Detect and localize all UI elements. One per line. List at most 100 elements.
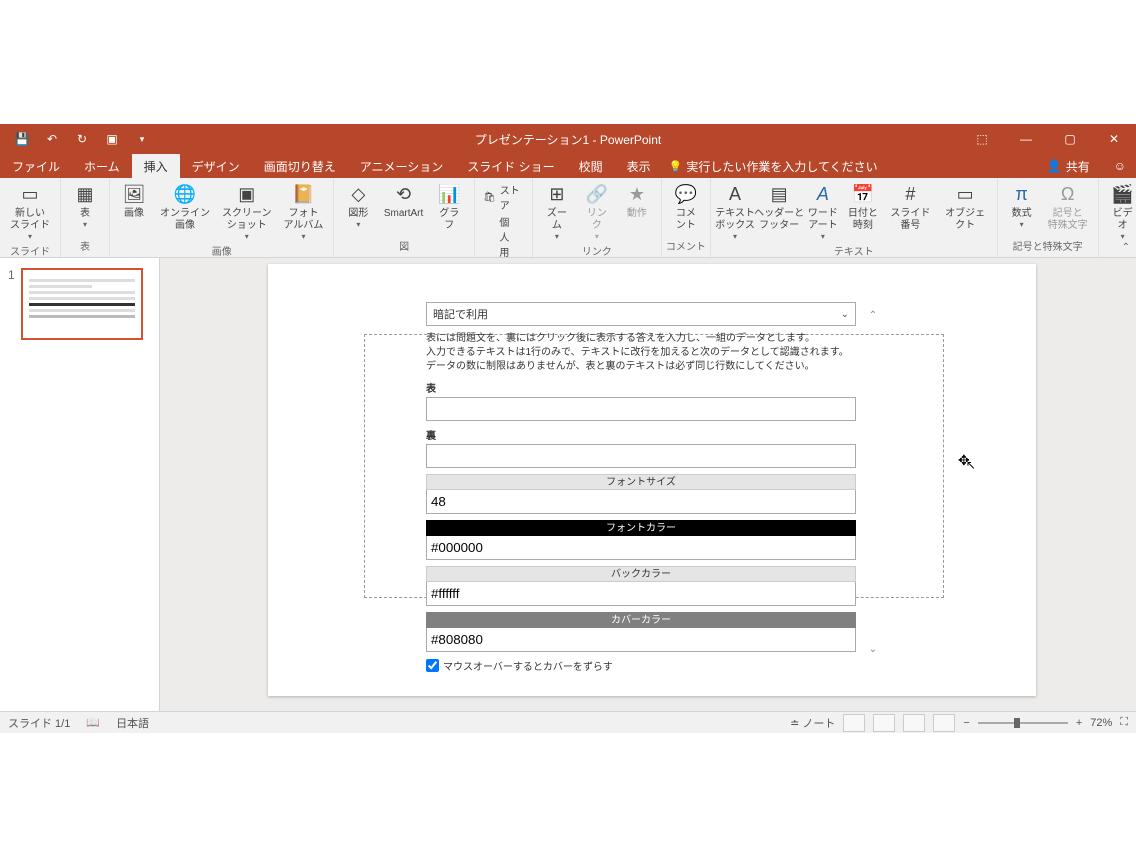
textbox-icon: A: [723, 182, 747, 206]
spellcheck-icon[interactable]: 📖: [86, 716, 100, 729]
share-button[interactable]: 👤 共有: [1033, 158, 1104, 175]
wordart-button[interactable]: A ワード アート ▾: [803, 180, 843, 243]
table-button[interactable]: ▦ 表 ▾: [65, 180, 105, 231]
ribbon: ▭ 新しい スライド ▾ スライド ▦ 表 ▾ 表 🖼 画像 🌐 オンライン 画…: [0, 178, 1136, 258]
front-input[interactable]: [426, 397, 856, 421]
symbol-button[interactable]: Ω 記号と 特殊文字: [1042, 180, 1094, 234]
link-icon: 🔗: [585, 182, 609, 206]
redo-icon[interactable]: ↻: [68, 125, 96, 153]
symbol-icon: Ω: [1056, 182, 1080, 206]
link-button[interactable]: 🔗 リン ク ▾: [577, 180, 617, 243]
zoom-slider[interactable]: [978, 722, 1068, 724]
picture-button[interactable]: 🖼 画像: [114, 180, 154, 222]
equation-icon: π: [1010, 182, 1034, 206]
tell-me-search[interactable]: 💡 実行したい作業を入力してください: [669, 158, 878, 175]
online-picture-button[interactable]: 🌐 オンライン 画像: [154, 180, 216, 234]
comment-icon: 💬: [674, 182, 698, 206]
fontcolor-input[interactable]: [426, 536, 856, 560]
slide-canvas[interactable]: ⌃ 暗記で利用 ⌄ 表には問題文を、裏にはクリック後に表示する答えを入力し、一組…: [268, 264, 1036, 696]
undo-icon[interactable]: ↶: [38, 125, 66, 153]
tab-transitions[interactable]: 画面切り替え: [252, 154, 348, 178]
status-slide-count: スライド 1/1: [8, 715, 70, 731]
tab-slideshow[interactable]: スライド ショー: [455, 154, 566, 178]
backcolor-header: バックカラー: [426, 566, 856, 582]
qat-customize-icon[interactable]: ▾: [128, 125, 156, 153]
group-tables-label: 表: [65, 238, 105, 255]
action-button[interactable]: ★ 動作: [617, 180, 657, 222]
shapes-button[interactable]: ◇ 図形 ▾: [338, 180, 378, 231]
reading-view-button[interactable]: [903, 714, 925, 732]
notes-button[interactable]: ≐ ノート: [790, 715, 835, 731]
slideshow-view-button[interactable]: [933, 714, 955, 732]
group-comments-label: コメント: [666, 238, 706, 255]
scroll-up-icon[interactable]: ⌃: [866, 308, 880, 322]
tab-design[interactable]: デザイン: [180, 154, 252, 178]
thumbnail-number: 1: [8, 268, 15, 340]
feedback-icon[interactable]: ☺: [1104, 159, 1136, 173]
start-slideshow-icon[interactable]: ▣: [98, 125, 126, 153]
chart-button[interactable]: 📊 グラフ: [429, 180, 470, 234]
video-button[interactable]: 🎬 ビデオ ▾: [1103, 180, 1136, 243]
zoom-level[interactable]: 72%: [1090, 717, 1112, 729]
zoom-icon: ⊞: [545, 182, 569, 206]
description-line-2: 入力できるテキストは1行のみで、テキストに改行を加えると次のデータとして認識され…: [426, 346, 856, 360]
fontsize-input[interactable]: [426, 490, 856, 514]
video-icon: 🎬: [1111, 182, 1135, 206]
datetime-icon: 📅: [851, 182, 875, 206]
screenshot-button[interactable]: ▣ スクリーン ショット ▾: [216, 180, 278, 243]
slide-thumbnail-1[interactable]: 1: [8, 268, 151, 340]
covercolor-input[interactable]: [426, 628, 856, 652]
backcolor-input[interactable]: [426, 582, 856, 606]
new-slide-button[interactable]: ▭ 新しい スライド ▾: [4, 180, 56, 243]
zoom-in-button[interactable]: +: [1076, 717, 1082, 729]
tab-view[interactable]: 表示: [615, 154, 663, 178]
addin-form: ⌃ 暗記で利用 ⌄ 表には問題文を、裏にはクリック後に表示する答えを入力し、一組…: [426, 302, 856, 673]
share-label: 共有: [1066, 158, 1090, 175]
scroll-down-icon[interactable]: ⌄: [866, 642, 880, 656]
picture-icon: 🖼: [122, 182, 146, 206]
object-button[interactable]: ▭ オブジェクト: [938, 180, 993, 234]
collapse-ribbon-icon[interactable]: ⌃: [1122, 242, 1130, 253]
fontsize-header: フォントサイズ: [426, 474, 856, 490]
status-language[interactable]: 日本語: [116, 715, 149, 731]
smartart-button[interactable]: ⟲ SmartArt: [378, 180, 428, 222]
chevron-down-icon: ⌄: [841, 309, 849, 320]
mode-select[interactable]: 暗記で利用 ⌄: [426, 302, 856, 326]
tab-insert[interactable]: 挿入: [132, 154, 180, 178]
tab-review[interactable]: 校閲: [567, 154, 615, 178]
header-footer-button[interactable]: ▤ ヘッダーと フッター: [755, 180, 803, 234]
description-line-3: データの数に制限はありませんが、表と裏のテキストは必ず同じ行数にしてください。: [426, 360, 856, 374]
ribbon-display-icon[interactable]: ⬚: [960, 125, 1004, 153]
fit-to-window-button[interactable]: ⛶: [1120, 716, 1128, 729]
description-line-1: 表には問題文を、裏にはクリック後に表示する答えを入力し、一組のデータとします。: [426, 332, 856, 346]
tab-home[interactable]: ホーム: [72, 154, 132, 178]
equation-button[interactable]: π 数式 ▾: [1002, 180, 1042, 231]
comment-button[interactable]: 💬 コメント: [666, 180, 706, 234]
album-icon: 📔: [291, 182, 315, 206]
status-bar: スライド 1/1 📖 日本語 ≐ ノート − + 72% ⛶: [0, 711, 1136, 733]
back-input[interactable]: [426, 444, 856, 468]
zoom-button[interactable]: ⊞ ズーム ▾: [537, 180, 577, 243]
tab-file[interactable]: ファイル: [0, 154, 72, 178]
headerfooter-icon: ▤: [767, 182, 791, 206]
sorter-view-button[interactable]: [873, 714, 895, 732]
zoom-out-button[interactable]: −: [963, 717, 969, 729]
slide-editing-area[interactable]: ⌃ 暗記で利用 ⌄ 表には問題文を、裏にはクリック後に表示する答えを入力し、一組…: [160, 258, 1136, 733]
slidenumber-icon: #: [898, 182, 922, 206]
normal-view-button[interactable]: [843, 714, 865, 732]
slidenumber-button[interactable]: # スライド番号: [883, 180, 938, 234]
group-symbols-label: 記号と特殊文字: [1002, 238, 1094, 255]
hover-checkbox-row[interactable]: マウスオーバーするとカバーをずらす: [426, 658, 856, 673]
hover-checkbox[interactable]: [426, 659, 439, 672]
store-button[interactable]: 🛍ストア: [483, 182, 524, 212]
textbox-button[interactable]: A テキスト ボックス ▾: [715, 180, 755, 243]
back-label: 裏: [426, 427, 856, 442]
window-title: プレゼンテーション1 - PowerPoint: [475, 131, 661, 148]
maximize-icon[interactable]: ▢: [1048, 125, 1092, 153]
close-icon[interactable]: ✕: [1092, 125, 1136, 153]
datetime-button[interactable]: 📅 日付と 時刻: [843, 180, 883, 234]
photo-album-button[interactable]: 📔 フォト アルバム ▾: [278, 180, 330, 243]
save-icon[interactable]: 💾: [8, 125, 36, 153]
tab-animations[interactable]: アニメーション: [348, 154, 456, 178]
minimize-icon[interactable]: —: [1004, 125, 1048, 153]
